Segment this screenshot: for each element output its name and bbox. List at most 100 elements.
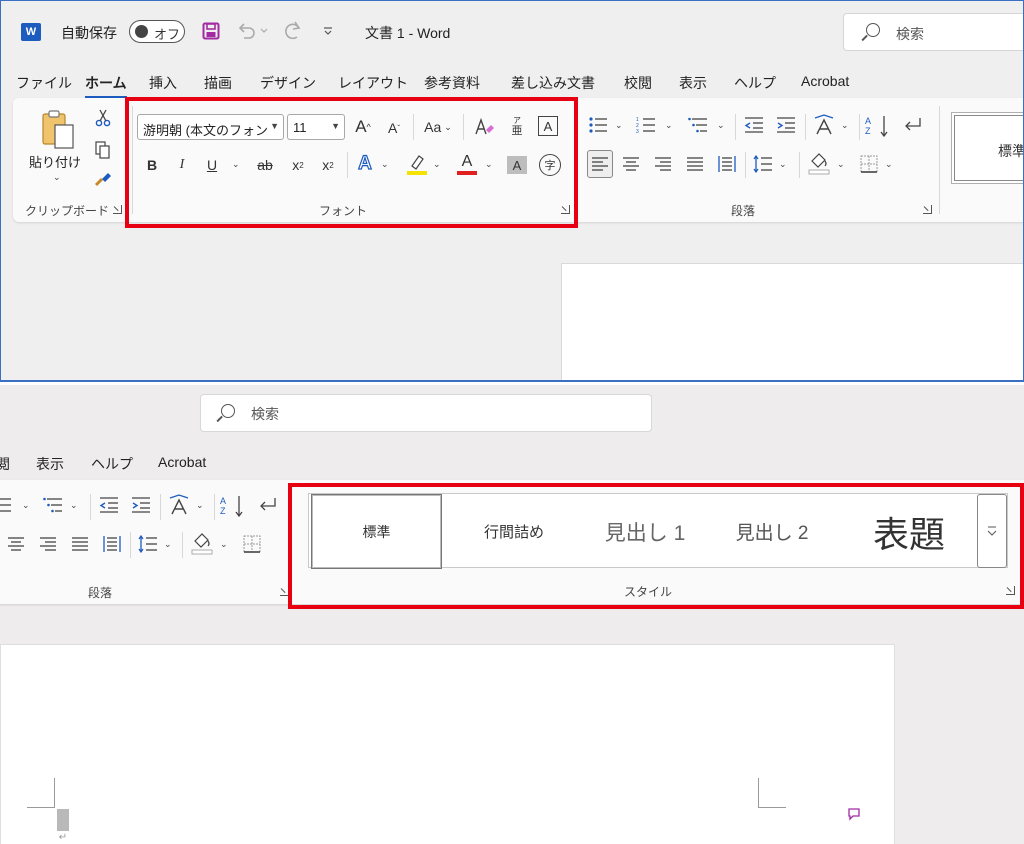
document-page-2[interactable]: ↵	[0, 644, 895, 844]
document-page[interactable]	[561, 263, 1023, 380]
shading-icon[interactable]	[190, 530, 214, 556]
line-spacing-icon[interactable]	[136, 532, 160, 556]
customize-toolbar-icon[interactable]	[321, 23, 335, 39]
tab-review[interactable]: 校閲	[624, 73, 652, 93]
tab-help[interactable]: ヘルプ	[734, 73, 776, 93]
styles-gallery-partial[interactable]: 標準	[951, 112, 1023, 184]
copy-icon[interactable]	[93, 140, 113, 160]
clear-formatting-button[interactable]	[471, 114, 497, 140]
style-item-standard-partial[interactable]: 標準	[998, 141, 1023, 161]
text-effects-dropdown-icon[interactable]: ⌄	[381, 159, 389, 170]
subscript-button[interactable]: x2	[287, 152, 309, 178]
styles-more-button[interactable]	[977, 494, 1007, 568]
cut-icon[interactable]	[93, 108, 113, 128]
tab-layout[interactable]: レイアウト	[338, 73, 408, 93]
style-item-no-spacing[interactable]: 行間詰め	[459, 494, 569, 569]
borders-icon[interactable]	[857, 152, 881, 176]
enclose-characters-button[interactable]: 字	[539, 154, 561, 176]
undo-dropdown-icon[interactable]	[259, 25, 269, 37]
increase-indent-icon[interactable]	[130, 494, 152, 516]
redo-icon[interactable]	[281, 20, 305, 42]
character-shading-button[interactable]: A	[507, 156, 527, 174]
borders-dropdown-icon[interactable]: ⌄	[885, 159, 893, 170]
multilevel-dropdown-icon[interactable]: ⌄	[717, 120, 725, 131]
tab-view[interactable]: 表示	[679, 73, 707, 93]
align-right-icon[interactable]	[36, 532, 60, 556]
numbering-dropdown-icon[interactable]: ⌄	[665, 120, 673, 131]
superscript-button[interactable]: x2	[317, 152, 339, 178]
phonetic-guide-button[interactable]: ア 亜	[505, 112, 529, 140]
increase-indent-icon[interactable]	[775, 114, 797, 136]
styles-launcher-icon[interactable]	[1006, 586, 1015, 595]
style-item-standard[interactable]: 標準	[311, 494, 442, 569]
align-left-icon[interactable]	[587, 150, 613, 178]
asian-layout-icon[interactable]	[166, 492, 192, 518]
shading-dropdown-icon[interactable]: ⌄	[837, 159, 845, 170]
grow-font-button[interactable]: A ^	[351, 114, 375, 140]
search-box[interactable]: 検索	[843, 13, 1023, 51]
numbering-dropdown-icon[interactable]: ⌄	[22, 500, 30, 511]
align-center-icon[interactable]	[619, 152, 643, 176]
asian-layout-dropdown-icon[interactable]: ⌄	[841, 120, 849, 131]
paragraph-launcher-icon[interactable]	[923, 205, 932, 214]
search-box-2[interactable]: 検索	[200, 394, 652, 432]
font-color-dropdown-icon[interactable]: ⌄	[485, 159, 493, 170]
font-size-select[interactable]: 11 ▼	[287, 114, 345, 140]
tab-home[interactable]: ホーム	[85, 73, 127, 99]
numbering-icon[interactable]: 123	[635, 114, 657, 136]
italic-button[interactable]: I	[171, 152, 193, 178]
decrease-indent-icon[interactable]	[98, 494, 120, 516]
justify-icon[interactable]	[683, 152, 707, 176]
tab-draw[interactable]: 描画	[204, 73, 232, 93]
asian-layout-icon[interactable]	[811, 112, 837, 138]
paste-icon[interactable]	[39, 108, 77, 152]
tab-design[interactable]: デザイン	[260, 73, 316, 93]
underline-dropdown-icon[interactable]: ⌄	[232, 159, 240, 170]
bullets-dropdown-icon[interactable]: ⌄	[615, 120, 623, 131]
distributed-icon[interactable]	[715, 152, 739, 176]
tab-references[interactable]: 参考資料	[424, 73, 480, 93]
undo-icon[interactable]	[235, 21, 257, 41]
tab-review-partial[interactable]: 閲	[0, 454, 10, 474]
shading-icon[interactable]	[807, 150, 831, 176]
justify-icon[interactable]	[68, 532, 92, 556]
style-item-heading-1[interactable]: 見出し 1	[585, 494, 705, 569]
bold-button[interactable]: B	[141, 152, 163, 178]
paragraph-launcher-icon[interactable]	[280, 587, 289, 596]
tab-file[interactable]: ファイル	[16, 73, 72, 93]
format-painter-icon[interactable]	[92, 169, 114, 189]
tab-help-2[interactable]: ヘルプ	[91, 454, 133, 474]
borders-icon[interactable]	[240, 532, 264, 556]
align-center-icon[interactable]	[4, 532, 28, 556]
tab-insert[interactable]: 挿入	[149, 73, 177, 93]
font-launcher-icon[interactable]	[561, 205, 570, 214]
font-name-select[interactable]: 游明朝 (本文のフォン ▼	[137, 114, 284, 140]
numbering-icon[interactable]	[0, 494, 14, 516]
line-spacing-icon[interactable]	[751, 152, 775, 176]
text-effects-button[interactable]: A	[353, 150, 377, 178]
multilevel-list-icon[interactable]	[687, 114, 709, 136]
save-icon[interactable]	[201, 21, 221, 41]
clipboard-launcher-icon[interactable]	[113, 205, 122, 214]
tab-mailings[interactable]: 差し込み文書	[511, 73, 595, 93]
underline-button[interactable]: U	[201, 152, 223, 178]
style-item-heading-2[interactable]: 見出し 2	[717, 494, 827, 569]
shading-dropdown-icon[interactable]: ⌄	[220, 539, 228, 550]
tab-view-2[interactable]: 表示	[36, 454, 64, 474]
bullets-icon[interactable]	[587, 114, 609, 136]
comment-icon[interactable]	[845, 805, 863, 823]
line-spacing-dropdown-icon[interactable]: ⌄	[164, 539, 172, 550]
multilevel-list-icon[interactable]	[42, 494, 64, 516]
shrink-font-button[interactable]: Aˇ	[383, 116, 405, 140]
style-item-title[interactable]: 表題	[849, 494, 969, 569]
asian-layout-dropdown-icon[interactable]: ⌄	[196, 500, 204, 511]
distributed-icon[interactable]	[100, 532, 124, 556]
decrease-indent-icon[interactable]	[743, 114, 765, 136]
character-border-button[interactable]: A	[538, 116, 558, 136]
multilevel-dropdown-icon[interactable]: ⌄	[70, 500, 78, 511]
show-hide-marks-icon[interactable]	[256, 494, 280, 518]
tab-acrobat[interactable]: Acrobat	[801, 73, 849, 89]
paste-dropdown-icon[interactable]: ⌄	[53, 172, 61, 183]
change-case-button[interactable]: Aa ⌄	[419, 114, 457, 140]
autosave-toggle[interactable]: オフ	[129, 20, 185, 43]
